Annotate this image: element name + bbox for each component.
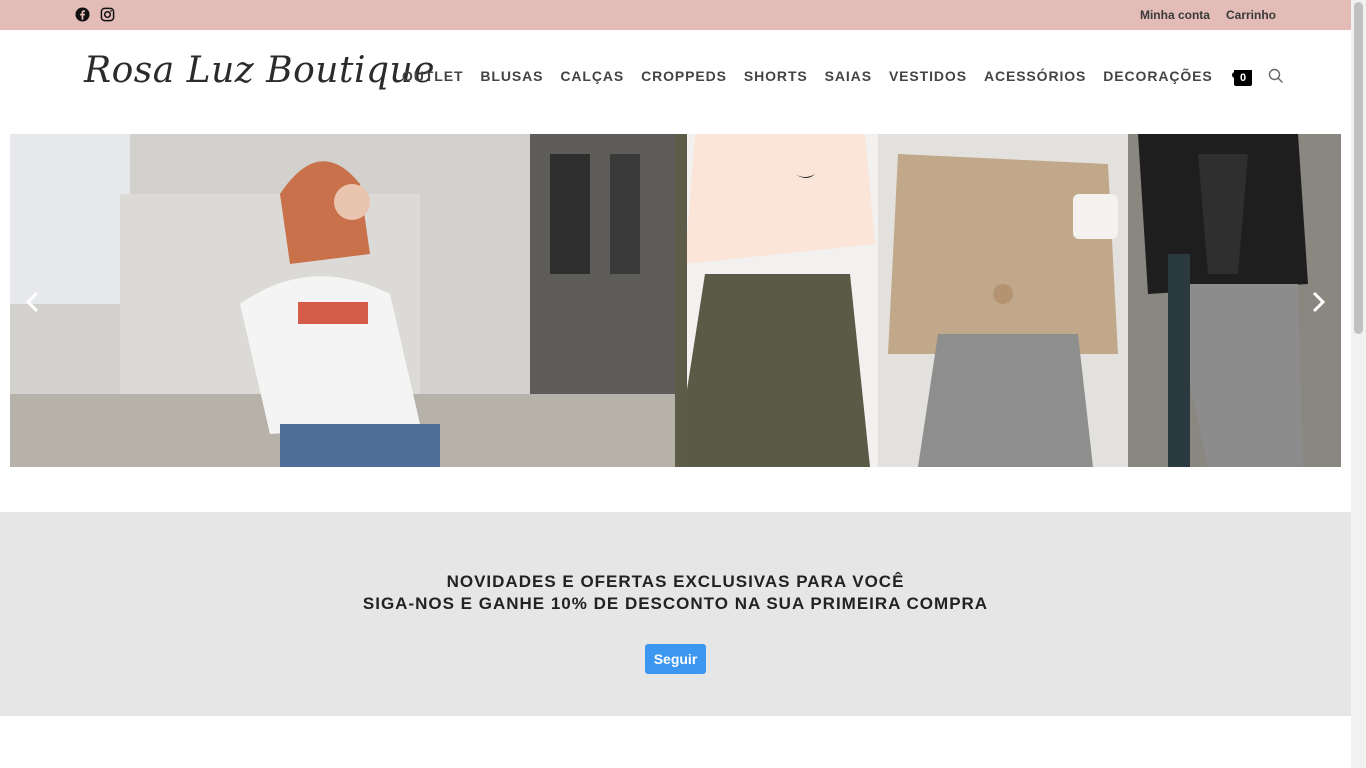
site-header: Rosa Luz Boutique OUTLET BLUSAS CALÇAS C… [0,30,1351,134]
cart-link[interactable]: Carrinho [1226,8,1276,22]
cart-button[interactable]: 0 [1232,68,1254,88]
slide-image-knit-cardigan [878,134,1128,467]
nav-item-croppeds[interactable]: CROPPEDS [641,68,727,84]
main-nav: OUTLET BLUSAS CALÇAS CROPPEDS SHORTS SAI… [402,68,1213,84]
chevron-left-icon[interactable] [22,289,44,315]
nav-item-outlet[interactable]: OUTLET [402,68,463,84]
slide-image-cropped-sweatpants [675,134,878,467]
follow-button[interactable]: Seguir [645,644,706,674]
slide-image-woman-tshirt [10,134,675,467]
chevron-right-icon[interactable] [1307,289,1329,315]
account-links: Minha conta Carrinho [1140,8,1276,22]
top-bar: Minha conta Carrinho [0,0,1351,30]
cart-count: 0 [1239,72,1247,84]
promo-headline: NOVIDADES E OFERTAS EXCLUSIVAS PARA VOCÊ [446,572,905,591]
nav-item-calcas[interactable]: CALÇAS [560,68,624,84]
facebook-icon[interactable] [75,7,90,22]
follow-promo-section: NOVIDADES E OFERTAS EXCLUSIVAS PARA VOCÊ… [0,512,1351,716]
page-scrollbar[interactable] [1351,0,1366,768]
nav-item-shorts[interactable]: SHORTS [744,68,808,84]
my-account-link[interactable]: Minha conta [1140,8,1210,22]
promo-subheadline: SIGA-NOS E GANHE 10% DE DESCONTO NA SUA … [362,594,989,613]
nav-item-saias[interactable]: SAIAS [825,68,872,84]
scrollbar-thumb[interactable] [1354,2,1363,334]
site-logo[interactable]: Rosa Luz Boutique [84,50,435,91]
hero-slider[interactable] [10,134,1341,467]
nav-item-vestidos[interactable]: VESTIDOS [889,68,967,84]
social-links [75,7,115,22]
nav-item-decoracoes[interactable]: DECORAÇÕES [1103,68,1212,84]
nav-item-blusas[interactable]: BLUSAS [480,68,543,84]
nav-item-acessorios[interactable]: ACESSÓRIOS [984,68,1086,84]
search-icon[interactable] [1268,68,1284,84]
instagram-icon[interactable] [100,7,115,22]
